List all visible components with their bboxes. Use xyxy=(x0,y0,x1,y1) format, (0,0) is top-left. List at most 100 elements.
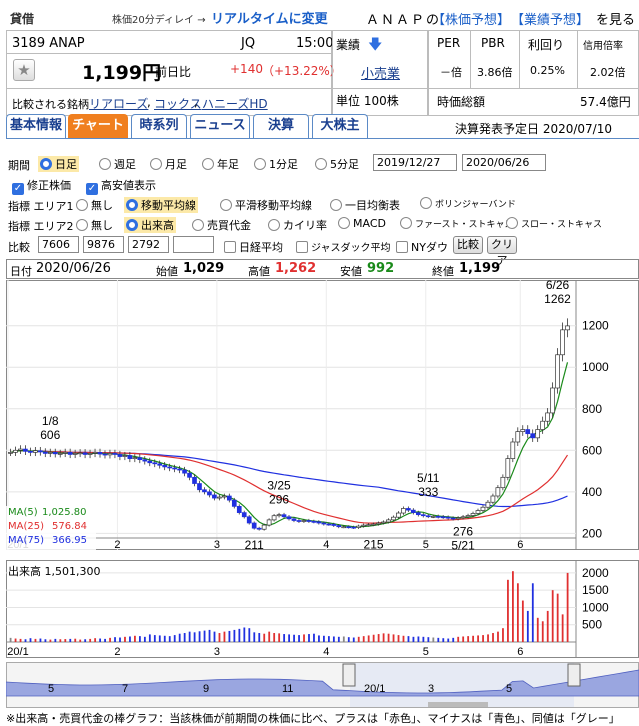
compare-nikkei[interactable]: 日経平均 xyxy=(224,239,283,255)
volume-bar xyxy=(253,632,256,642)
volume-bar xyxy=(153,635,156,642)
compare-code-4[interactable] xyxy=(173,236,214,253)
volume-bar xyxy=(288,634,290,642)
candle xyxy=(555,354,560,389)
indicator2-label: 指標 エリア2 xyxy=(8,220,74,233)
y-tick-label: 600 xyxy=(582,443,602,457)
navigator-tick: 3 xyxy=(428,683,434,695)
candle xyxy=(187,472,192,478)
candle xyxy=(445,516,451,519)
candle xyxy=(256,527,262,530)
navigator-tick: 5 xyxy=(48,683,54,695)
annotation-date: 6/26 xyxy=(546,280,570,292)
volume-bar xyxy=(49,639,52,642)
ind1-ichimoku[interactable]: 一目均衡表 xyxy=(330,197,400,213)
candle xyxy=(67,452,73,455)
period-5min[interactable]: 5分足 xyxy=(315,156,359,172)
tab-major-holders[interactable]: 大株主 xyxy=(312,114,368,138)
volume-bar xyxy=(546,610,549,642)
volume-bar xyxy=(64,639,67,642)
high-low-checkbox[interactable]: ✓ 高安値表示 xyxy=(86,177,156,195)
volume-bar xyxy=(79,639,82,642)
ind2-deviation[interactable]: カイリ率 xyxy=(268,217,327,233)
ind2-trade-value[interactable]: 売買代金 xyxy=(192,217,251,233)
ind1-smoothed-ma[interactable]: 平滑移動平均線 xyxy=(220,197,312,213)
ind1-bollinger[interactable]: ボリンジャーバンド xyxy=(420,197,516,210)
navigator-scrollbar xyxy=(428,702,488,707)
date-from-input[interactable]: 2019/12/27 xyxy=(373,154,457,171)
candle xyxy=(450,517,456,520)
volume-bar xyxy=(198,631,201,642)
sector-link[interactable]: 小売業 xyxy=(361,63,400,82)
volume-bar xyxy=(223,631,226,642)
volume-bar xyxy=(94,638,97,642)
price-chart[interactable]: 200400600800100012001/86062113/173/25296… xyxy=(6,280,639,550)
ind2-macd[interactable]: MACD xyxy=(338,217,386,230)
period-daily[interactable]: 日足 xyxy=(38,156,79,172)
volume-bar xyxy=(99,638,102,642)
compare-code-3[interactable]: 2792 xyxy=(128,236,169,253)
peer-link-3[interactable]: ハニーズHD xyxy=(202,95,268,112)
peer-link-1[interactable]: リアローズ xyxy=(89,95,148,112)
tab-basic-info[interactable]: 基本情報 xyxy=(6,114,66,138)
ind2-none[interactable]: 無し xyxy=(76,217,113,233)
margin-ratio-value: 2.02倍 xyxy=(590,66,626,79)
period-monthly[interactable]: 月足 xyxy=(150,156,187,172)
volume-bar xyxy=(203,630,206,642)
candle xyxy=(351,526,356,529)
adjusted-price-checkbox[interactable]: ✓ 修正株価 xyxy=(12,177,71,195)
ind2-volume[interactable]: 出来高 xyxy=(124,217,176,233)
period-yearly[interactable]: 年足 xyxy=(202,156,239,172)
price-change-pct: （+13.22%） xyxy=(262,64,342,78)
volume-bar xyxy=(173,635,176,642)
tab-chart[interactable]: チャート xyxy=(68,114,128,138)
close-label: 終値 xyxy=(432,265,454,278)
volume-bar xyxy=(323,635,325,642)
volume-bar xyxy=(327,636,330,642)
candle xyxy=(366,524,371,527)
clear-button[interactable]: クリア xyxy=(487,236,517,267)
tab-time-series[interactable]: 時系列 xyxy=(131,114,187,138)
compare-code-1[interactable]: 7606 xyxy=(38,236,79,253)
date-to-input[interactable]: 2020/06/26 xyxy=(462,154,546,171)
volume-chart[interactable]: 500 1000 1500 2000 20/1 2 3 4 5 6 xyxy=(6,560,639,658)
ind2-slow-stoch[interactable]: スロー・ストキャス xyxy=(506,217,602,230)
anap-prefix: ＡＮＡＰの xyxy=(366,13,442,28)
ind1-moving-average[interactable]: 移動平均線 xyxy=(124,197,198,213)
period-1min[interactable]: 1分足 xyxy=(254,156,298,172)
ind2-fast-stoch[interactable]: ファースト・ストキャス xyxy=(400,217,514,230)
earnings-forecast-link[interactable]: 【業績予想】 xyxy=(511,9,589,28)
favorite-star-icon[interactable]: ★ xyxy=(13,59,35,81)
navigator-right-handle xyxy=(567,663,581,687)
ma75-value: 366.95 xyxy=(52,535,87,546)
volume-bar xyxy=(367,635,370,642)
volume-bar xyxy=(308,634,310,642)
candle xyxy=(246,516,252,524)
high-value: 1,262 xyxy=(275,261,317,276)
range-navigator[interactable]: 5 7 9 11 20/1 3 5 xyxy=(6,662,639,708)
stock-forecast-link[interactable]: 【株価予想】 xyxy=(432,9,510,28)
candle xyxy=(72,453,78,455)
candle xyxy=(202,489,207,493)
candle xyxy=(57,453,63,455)
volume-bar xyxy=(14,638,17,642)
tab-earnings[interactable]: 決算 xyxy=(253,114,309,138)
compare-button[interactable]: 比較 xyxy=(453,236,483,254)
close-value: 1,199 xyxy=(459,261,501,276)
tab-news[interactable]: ニュース xyxy=(190,114,250,138)
compare-jasdaq[interactable]: ジャスダック平均 xyxy=(296,239,391,254)
candle xyxy=(147,460,153,464)
annotation-value: 215 xyxy=(364,537,384,550)
ind1-none[interactable]: 無し xyxy=(76,197,113,213)
volume-bar xyxy=(377,634,380,642)
compare-code-2[interactable]: 9876 xyxy=(83,236,124,253)
volume-y-tick: 1500 xyxy=(582,583,609,597)
candle xyxy=(197,483,202,491)
realtime-link[interactable]: リアルタイムに変更 xyxy=(211,8,328,27)
volume-y-tick: 1000 xyxy=(582,600,609,614)
price-change: +140 xyxy=(230,62,263,76)
period-weekly[interactable]: 週足 xyxy=(99,156,136,172)
navigator-left-handle xyxy=(342,663,356,687)
volume-bar xyxy=(193,632,196,642)
compare-nydow[interactable]: NYダウ xyxy=(396,239,448,255)
